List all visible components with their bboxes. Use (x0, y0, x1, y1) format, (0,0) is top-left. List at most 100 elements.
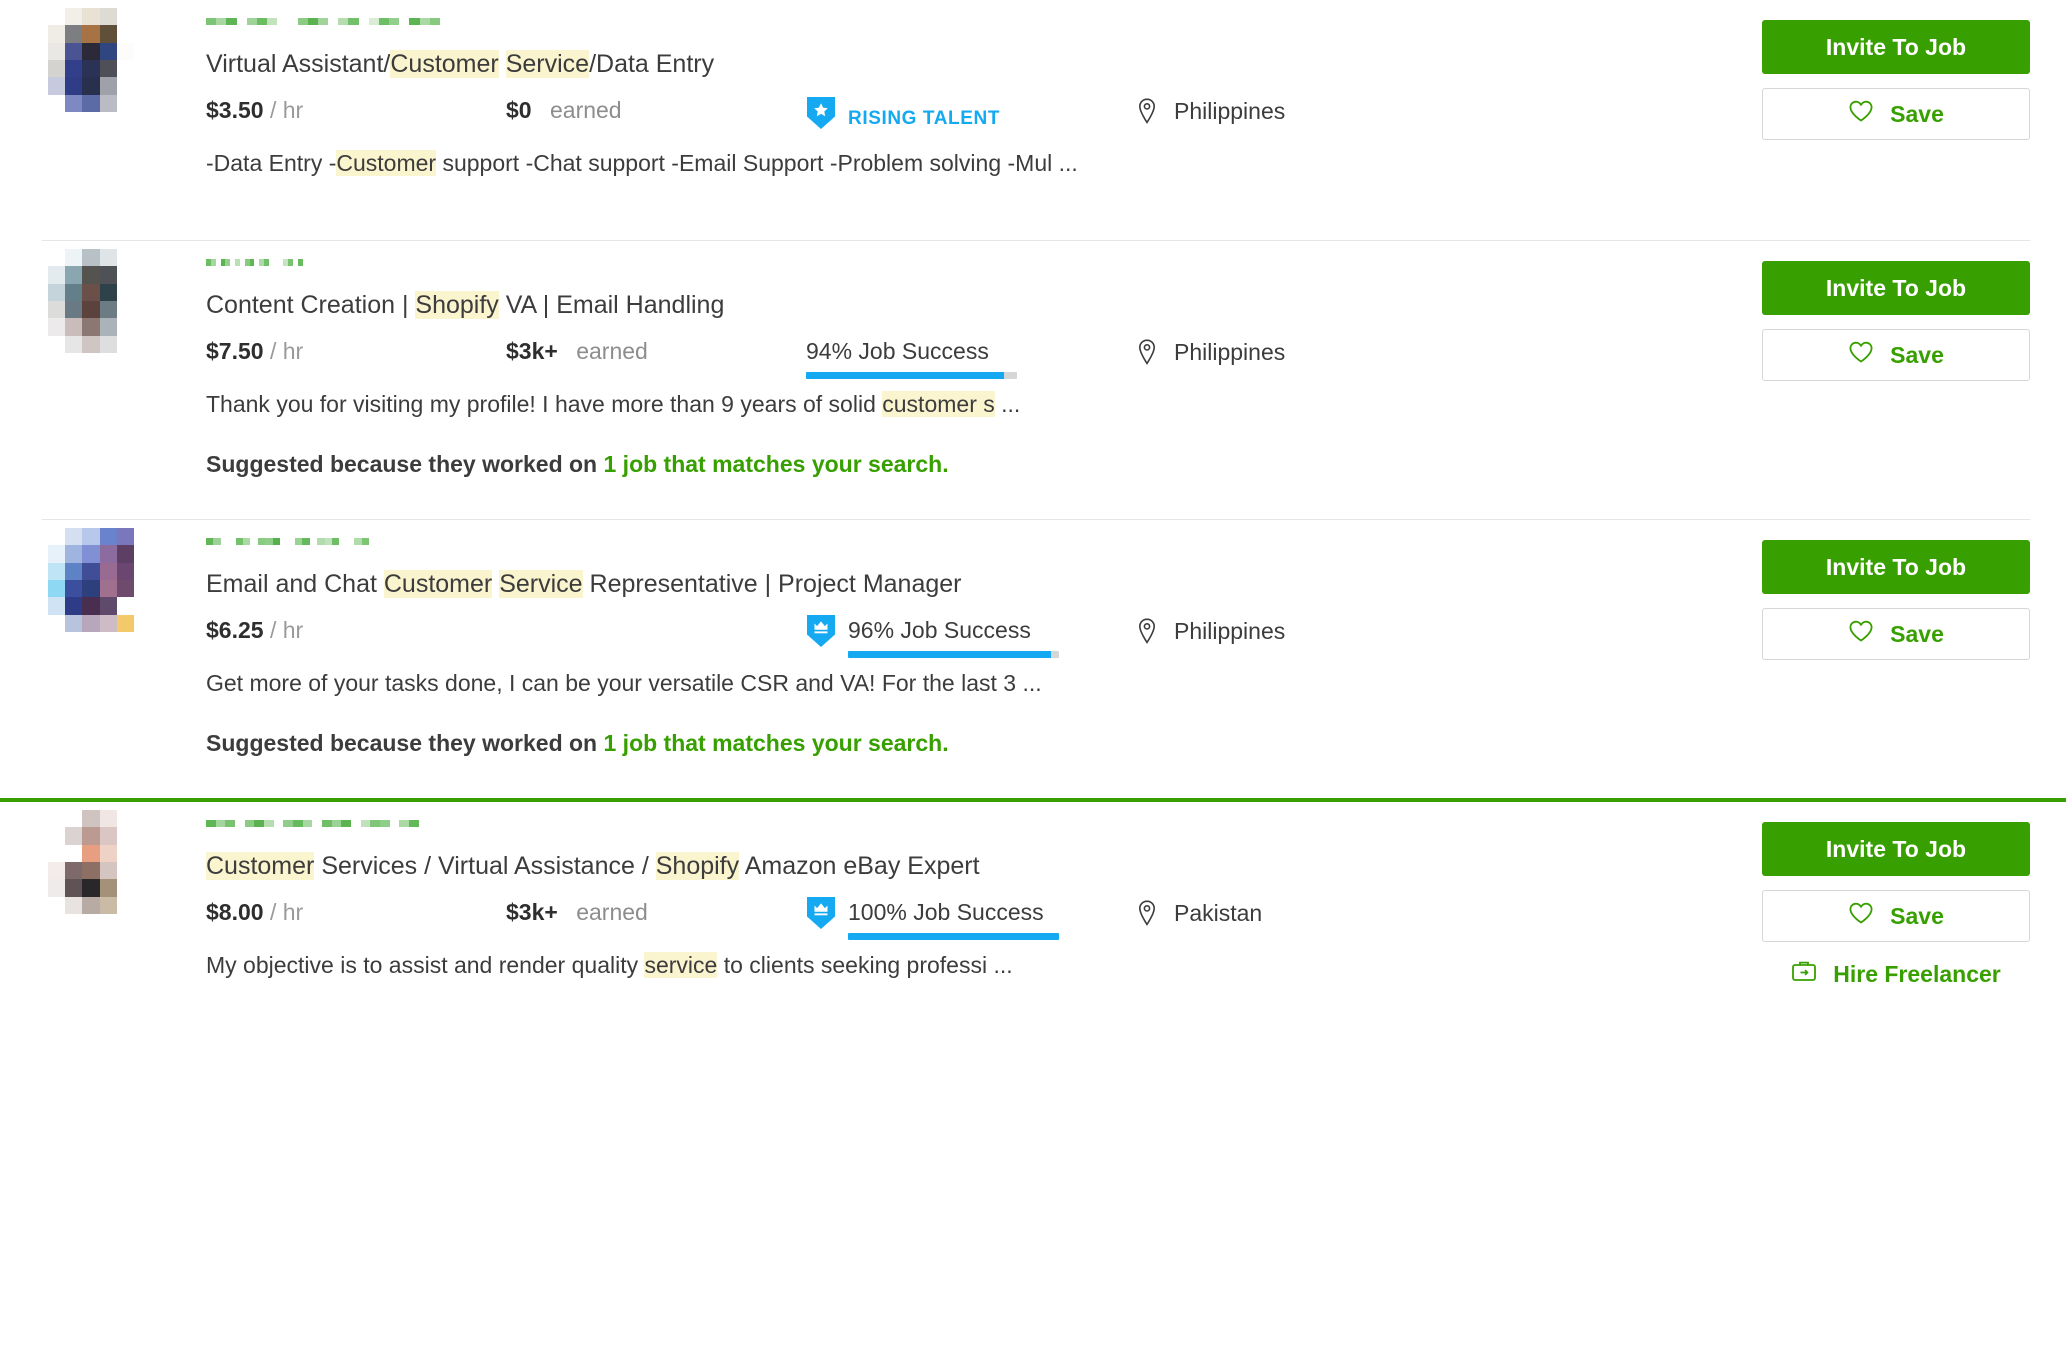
total-earned: $3k+ earned (506, 337, 806, 365)
pixel-block (65, 8, 83, 26)
freelancer-title[interactable]: Virtual Assistant/Customer Service/Data … (206, 48, 1762, 80)
save-button-label: Save (1890, 100, 1944, 127)
save-button-label: Save (1890, 620, 1944, 647)
pixel-block (99, 249, 117, 267)
pixel-block (370, 820, 380, 827)
earned-value: $3k+ (506, 899, 558, 925)
freelancer-title[interactable]: Customer Services / Virtual Assistance /… (206, 850, 1762, 882)
pixel-block (82, 249, 100, 267)
pixel-block (341, 820, 351, 827)
job-success-bar-fill (848, 651, 1051, 658)
pixel-block (368, 18, 379, 25)
pixel-block (82, 810, 100, 828)
pixel-block (48, 827, 66, 845)
pixel-block (324, 538, 333, 545)
pixel-block (99, 827, 117, 845)
save-button[interactable]: Save (1762, 890, 2030, 942)
save-button[interactable]: Save (1762, 608, 2030, 660)
location: Philippines (1136, 337, 1762, 372)
avatar[interactable] (48, 249, 134, 353)
freelancer-name-redacted[interactable] (206, 18, 450, 38)
suggested-prefix: Suggested because they worked on (206, 730, 598, 756)
text-run: Amazon eBay Expert (739, 852, 980, 880)
pixel-block (339, 538, 347, 545)
job-success-label: 96% Job Success (848, 617, 1031, 643)
invite-to-job-button[interactable]: Invite To Job (1762, 822, 2030, 876)
freelancer-description: My objective is to assist and render qua… (206, 950, 1762, 980)
total-earned: $3k+ earned (506, 898, 806, 926)
pixel-block (116, 94, 134, 112)
avatar[interactable] (48, 528, 134, 632)
text-run (499, 50, 506, 78)
job-success-score: 100% Job Success (848, 898, 1136, 940)
pixel-block (309, 538, 318, 545)
pixel-block (99, 318, 117, 336)
badge-slot: 94% Job Success (806, 337, 1136, 379)
pixel-block (48, 562, 66, 580)
pixel-block (65, 879, 83, 897)
pixel-block (116, 249, 134, 267)
pixel-block (65, 580, 83, 598)
suggested-job-link[interactable]: 1 job that matches your search. (604, 451, 949, 477)
save-button[interactable]: Save (1762, 329, 2030, 381)
pixel-block (99, 266, 117, 284)
pixel-block (280, 538, 288, 545)
pixel-block (82, 25, 100, 43)
location-pin-icon (1136, 899, 1158, 933)
hire-freelancer-link[interactable]: Hire Freelancer (1762, 958, 2030, 990)
card-actions: Invite To Job Save (1762, 241, 2030, 519)
pixel-block (236, 18, 247, 25)
pixel-block (48, 335, 66, 353)
freelancer-stats-row: $7.50 / hr $3k+ earned 94% Job Success P… (206, 337, 1762, 389)
location-name: Philippines (1174, 618, 1286, 644)
pixel-block (48, 318, 66, 336)
freelancer-description: Thank you for visiting my profile! I hav… (206, 389, 1762, 419)
pixel-block (48, 283, 66, 301)
search-term-highlight: Service (499, 570, 583, 598)
rate-value: $8.00 (206, 899, 264, 925)
avatar[interactable] (48, 810, 134, 914)
freelancer-name-redacted[interactable] (206, 538, 384, 558)
freelancer-info: Virtual Assistant/Customer Service/Data … (206, 0, 1762, 240)
pixel-block (99, 25, 117, 43)
pixel-block (256, 18, 267, 25)
invite-to-job-button[interactable]: Invite To Job (1762, 540, 2030, 594)
text-run: Representative | Project Manager (582, 570, 962, 598)
pixel-block (399, 18, 410, 25)
pixel-block (348, 18, 359, 25)
avatar[interactable] (48, 8, 134, 112)
invite-to-job-button[interactable]: Invite To Job (1762, 20, 2030, 74)
freelancer-name-redacted[interactable] (206, 820, 438, 840)
earned-value: $0 (506, 97, 532, 123)
freelancer-title[interactable]: Email and Chat Customer Service Represen… (206, 568, 1762, 600)
save-button[interactable]: Save (1762, 88, 2030, 140)
avatar-column (42, 520, 206, 798)
pixel-block (65, 77, 83, 95)
pixel-block (220, 538, 229, 545)
invite-to-job-button[interactable]: Invite To Job (1762, 261, 2030, 315)
freelancer-title[interactable]: Content Creation | Shopify VA | Email Ha… (206, 289, 1762, 321)
pixel-block (99, 528, 117, 546)
search-term-highlight: Customer (383, 570, 493, 598)
total-earned: $0 earned (506, 96, 806, 124)
pixel-block (116, 827, 134, 845)
suggested-job-link[interactable]: 1 job that matches your search. (604, 730, 949, 756)
text-run: ... (994, 391, 1021, 417)
rate-value: $7.50 (206, 338, 264, 364)
pixel-block (82, 597, 100, 615)
pixel-block (116, 810, 134, 828)
pixel-block (273, 820, 284, 827)
freelancer-info: Customer Services / Virtual Assistance /… (206, 802, 1762, 1074)
pixel-block (65, 249, 83, 267)
pixel-block (82, 862, 100, 880)
freelancer-card: Customer Services / Virtual Assistance /… (0, 802, 2066, 1074)
freelancer-name-redacted[interactable] (206, 259, 322, 279)
earned-label: earned (576, 899, 648, 925)
pixel-block (82, 301, 100, 319)
pixel-block (322, 820, 332, 827)
pixel-block (116, 879, 134, 897)
pixel-block (65, 42, 83, 60)
pixel-block (317, 259, 322, 266)
pixel-block (65, 528, 83, 546)
location: Pakistan (1136, 898, 1762, 933)
